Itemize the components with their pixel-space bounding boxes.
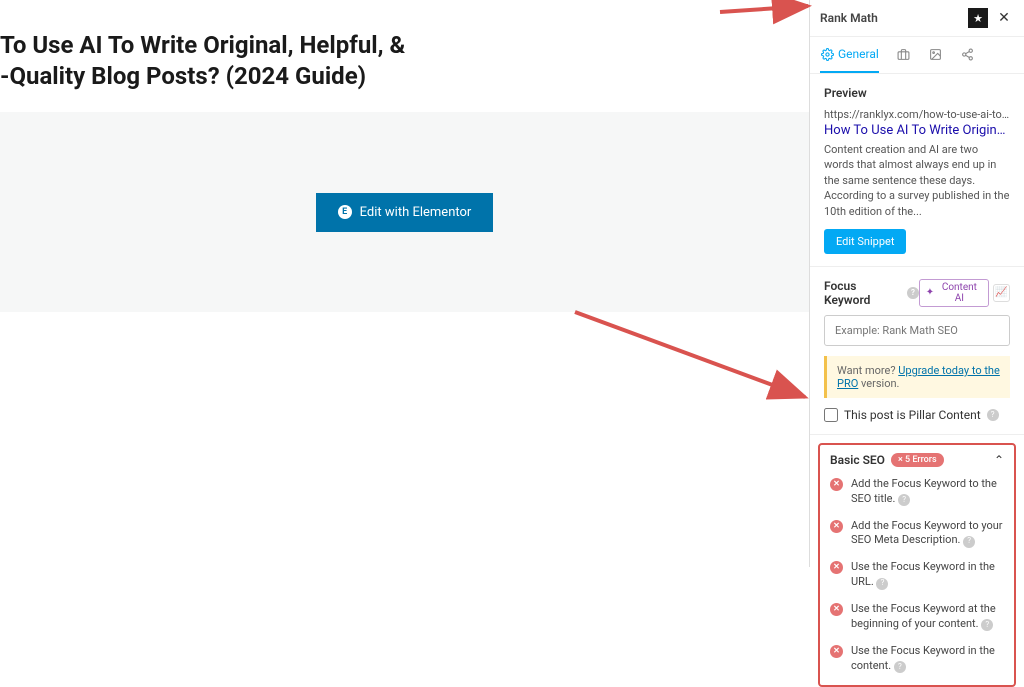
seo-error-text: Add the Focus Keyword to the SEO title. — [851, 477, 997, 505]
focus-keyword-label: Focus Keyword — [824, 279, 903, 307]
upgrade-suffix: version. — [858, 377, 899, 390]
seo-error-text: Use the Focus Keyword in the URL. — [851, 560, 995, 588]
preview-heading: Preview — [824, 86, 1010, 100]
close-icon[interactable]: ✕ — [994, 8, 1014, 28]
tab-general[interactable]: General — [820, 37, 879, 73]
seo-error-text: Use the Focus Keyword in the content. — [851, 644, 995, 672]
help-icon[interactable]: ? — [981, 619, 993, 631]
post-title-line1: To Use AI To Write Original, Helpful, & — [0, 31, 405, 59]
upgrade-notice: Want more? Upgrade today to the PRO vers… — [824, 356, 1010, 398]
upgrade-prefix: Want more? — [837, 364, 898, 377]
seo-error-item: ✕ Use the Focus Keyword at the beginning … — [830, 602, 1004, 632]
pillar-checkbox[interactable] — [824, 408, 838, 422]
elementor-icon: E — [338, 205, 352, 219]
error-icon: ✕ — [830, 645, 843, 658]
sparkle-icon: ✦ — [926, 287, 934, 298]
tab-advanced[interactable] — [897, 37, 911, 73]
editor-canvas: E Edit with Elementor — [0, 112, 809, 312]
elementor-button-label: Edit with Elementor — [360, 205, 472, 220]
briefcase-icon — [897, 47, 911, 61]
preview-description: Content creation and AI are two words th… — [824, 142, 1010, 219]
help-icon[interactable]: ? — [894, 661, 906, 673]
share-icon — [961, 47, 975, 61]
edit-snippet-button[interactable]: Edit Snippet — [824, 229, 906, 254]
post-title-line2: -Quality Blog Posts? (2024 Guide) — [0, 62, 366, 90]
help-icon[interactable]: ? — [907, 287, 919, 299]
help-icon[interactable]: ? — [876, 578, 888, 590]
error-icon: ✕ — [830, 478, 843, 491]
preview-url: https://ranklyx.com/how-to-use-ai-to-wri… — [824, 108, 1010, 121]
chevron-up-icon[interactable]: ⌃ — [994, 453, 1004, 467]
seo-error-list: ✕ Add the Focus Keyword to the SEO title.… — [830, 477, 1004, 673]
error-icon: ✕ — [830, 561, 843, 574]
tab-social[interactable] — [961, 37, 975, 73]
edit-with-elementor-button[interactable]: E Edit with Elementor — [316, 193, 494, 232]
trend-icon: 📈 — [995, 287, 1007, 298]
tab-general-label: General — [838, 47, 879, 61]
content-ai-button[interactable]: ✦ Content AI — [919, 279, 989, 307]
tab-schema[interactable] — [929, 37, 943, 73]
trend-button[interactable]: 📈 — [993, 284, 1010, 302]
plugin-name: Rank Math — [820, 11, 962, 25]
post-title: To Use AI To Write Original, Helpful, & … — [0, 30, 809, 92]
basic-seo-title: Basic SEO — [830, 453, 885, 467]
seo-error-item: ✕ Add the Focus Keyword to your SEO Meta … — [830, 519, 1004, 549]
error-icon: ✕ — [830, 603, 843, 616]
content-ai-label: Content AI — [937, 282, 982, 304]
gear-icon — [820, 47, 834, 61]
help-icon[interactable]: ? — [987, 409, 999, 421]
basic-seo-panel: Basic SEO × 5 Errors ⌃ ✕ Add the Focus Ke… — [818, 443, 1016, 687]
star-icon[interactable]: ★ — [968, 8, 988, 28]
error-count-badge: × 5 Errors — [891, 453, 944, 467]
rank-math-sidebar: Rank Math ★ ✕ General Preview ht — [809, 0, 1024, 567]
preview-title: How To Use AI To Write Original, H... — [824, 123, 1010, 138]
seo-error-text: Use the Focus Keyword at the beginning o… — [851, 602, 996, 630]
image-icon — [929, 47, 943, 61]
seo-error-item: ✕ Use the Focus Keyword in the URL. ? — [830, 560, 1004, 590]
focus-keyword-input[interactable] — [824, 315, 1010, 346]
seo-error-text: Add the Focus Keyword to your SEO Meta D… — [851, 519, 1003, 547]
error-icon: ✕ — [830, 520, 843, 533]
seo-error-item: ✕ Use the Focus Keyword in the content. ? — [830, 644, 1004, 674]
help-icon[interactable]: ? — [898, 494, 910, 506]
help-icon[interactable]: ? — [963, 536, 975, 548]
seo-error-item: ✕ Add the Focus Keyword to the SEO title.… — [830, 477, 1004, 507]
pillar-label: This post is Pillar Content — [844, 408, 981, 422]
